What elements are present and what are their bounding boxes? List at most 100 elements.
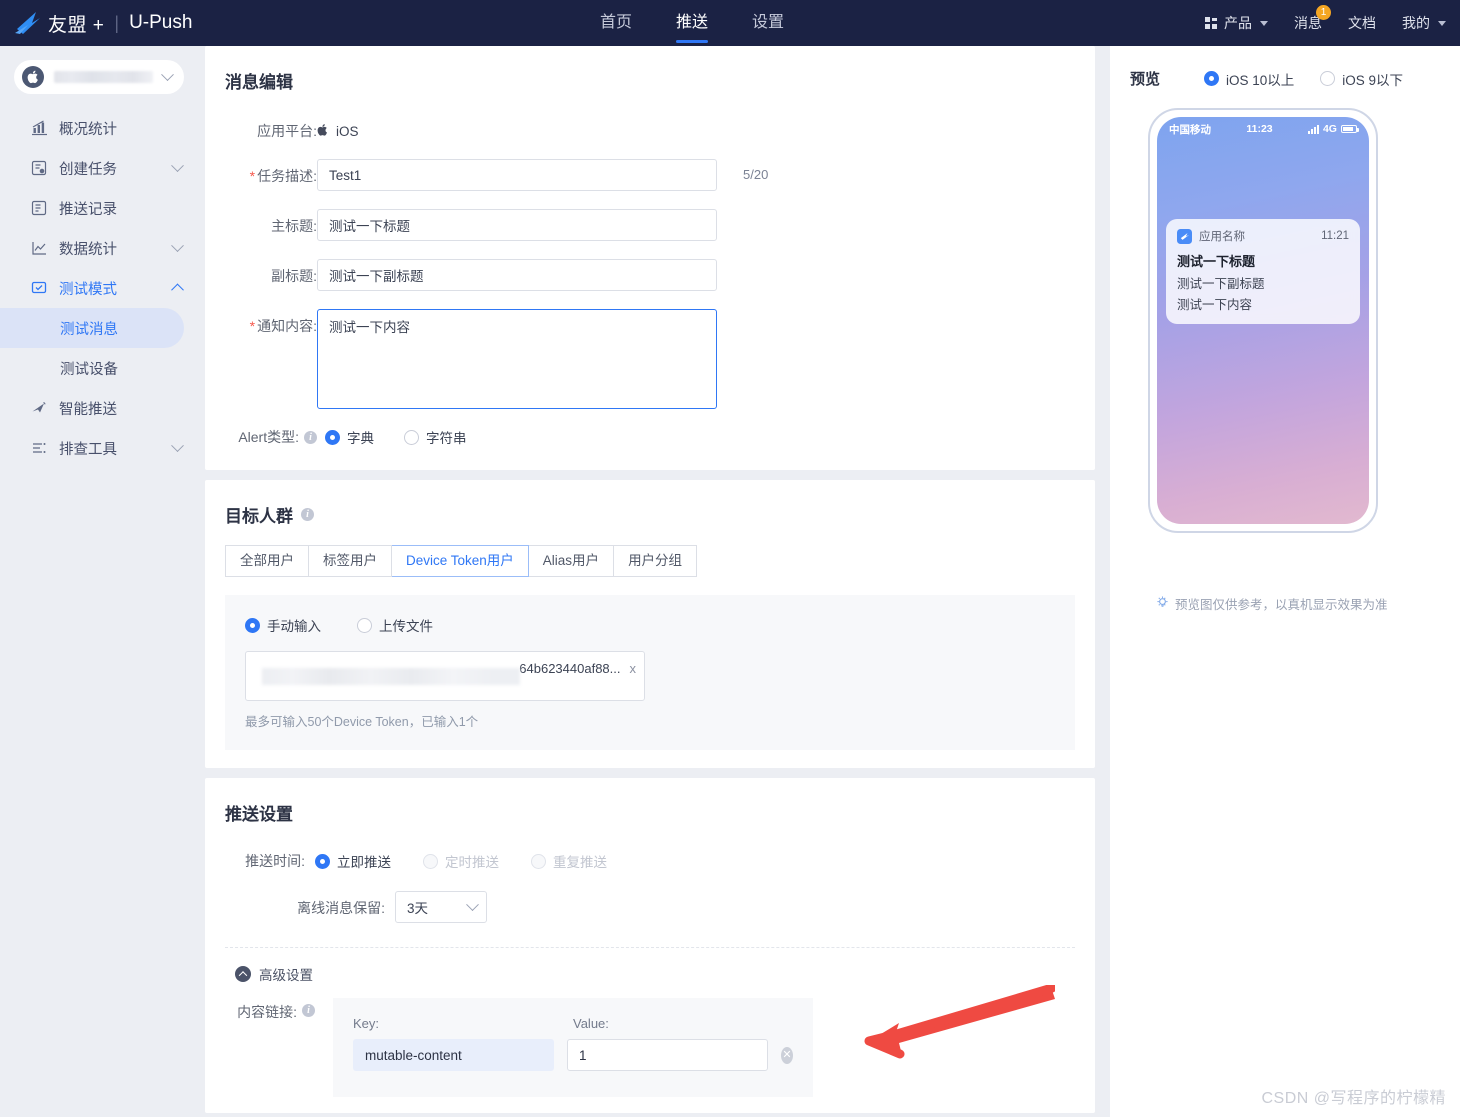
key-value-panel: Key: Value: ✕ xyxy=(333,998,813,1097)
apple-icon xyxy=(22,66,44,88)
chevron-down-icon[interactable] xyxy=(171,158,184,172)
nav-item-home[interactable]: 首页 xyxy=(600,0,632,46)
info-icon[interactable]: i xyxy=(301,508,314,521)
sidebar-item-create-task[interactable]: 创建任务 xyxy=(0,148,200,188)
nav-item-settings[interactable]: 设置 xyxy=(752,0,784,46)
nav-account-menu[interactable]: 我的 xyxy=(1402,13,1446,33)
value-input[interactable] xyxy=(567,1039,768,1071)
sidebar-item-troubleshoot[interactable]: 排查工具 xyxy=(0,428,200,468)
alert-type-radio-dict[interactable]: 字典 xyxy=(325,427,374,447)
message-edit-card: 消息编辑 应用平台: iOS *任务描述: 5/20 xyxy=(205,46,1095,470)
sidebar-item-overview-stats[interactable]: 概况统计 xyxy=(0,108,200,148)
preview-option-label: iOS 10以上 xyxy=(1226,72,1295,88)
tab-device-token-users[interactable]: Device Token用户 xyxy=(392,545,529,577)
tab-all-users[interactable]: 全部用户 xyxy=(225,545,309,577)
sidebar-item-label: 数据统计 xyxy=(59,241,117,258)
preview-radio-ios9minus[interactable]: iOS 9以下 xyxy=(1320,69,1403,89)
content-link-label-group: 内容链接: i xyxy=(205,998,315,1097)
alert-type-label-group: Alert类型: i xyxy=(205,425,317,447)
push-time-option-label: 定时推送 xyxy=(445,855,499,870)
chevron-down-icon[interactable] xyxy=(171,238,184,252)
csdn-watermark: CSDN @写程序的柠檬精 xyxy=(1261,1090,1446,1107)
sidebar-item-push-records[interactable]: 推送记录 xyxy=(0,188,200,228)
nav-item-push[interactable]: 推送 xyxy=(676,0,709,46)
task-description-label-text: 任务描述: xyxy=(257,168,317,184)
sidebar-item-label: 推送记录 xyxy=(59,201,117,218)
alert-type-radio-string[interactable]: 字符串 xyxy=(404,427,467,447)
token-remove-icon[interactable]: x xyxy=(630,661,637,676)
target-audience-title-group: 目标人群 i xyxy=(205,480,1095,527)
input-mode-radio-manual[interactable]: 手动输入 xyxy=(245,615,321,635)
push-time-row: 推送时间: 立即推送 定时推送 重复推送 xyxy=(205,849,1095,871)
notification-time: 11:21 xyxy=(1321,230,1349,242)
push-time-option-label: 立即推送 xyxy=(337,855,391,870)
radio-dot xyxy=(315,853,330,869)
nav-docs[interactable]: 文档 xyxy=(1348,13,1376,33)
key-value-row: ✕ xyxy=(353,1039,793,1071)
sidebar-subitem-test-message[interactable]: 测试消息 xyxy=(0,308,184,348)
advanced-settings-toggle[interactable]: 高级设置 xyxy=(235,964,1095,984)
input-mode-radio-upload[interactable]: 上传文件 xyxy=(357,615,433,635)
tab-alias-users[interactable]: Alias用户 xyxy=(528,545,615,577)
main-nav: 首页 推送 设置 xyxy=(600,0,784,46)
brand-logo-group[interactable]: 友盟 + | U-Push xyxy=(14,10,192,37)
push-time-option-label: 重复推送 xyxy=(553,855,607,870)
sidebar-item-test-mode[interactable]: 测试模式 xyxy=(0,268,200,308)
sidebar-item-data-stats[interactable]: 数据统计 xyxy=(0,228,200,268)
offline-retention-value: 3天 xyxy=(407,901,429,916)
network-label: 4G xyxy=(1322,123,1337,135)
sidebar-subitem-test-device[interactable]: 测试设备 xyxy=(0,348,184,388)
preview-option-label: iOS 9以下 xyxy=(1342,72,1404,88)
target-audience-card: 目标人群 i 全部用户 标签用户 Device Token用户 Alias用户 … xyxy=(205,480,1095,768)
key-input[interactable] xyxy=(353,1039,554,1071)
content-link-label: 内容链接: xyxy=(237,1004,297,1020)
sub-title-input[interactable] xyxy=(317,259,717,291)
remove-key-value-icon[interactable]: ✕ xyxy=(781,1046,793,1064)
grid-icon xyxy=(1205,16,1218,30)
message-count-badge: 1 xyxy=(1316,5,1331,20)
radio-dot xyxy=(1204,71,1220,86)
battery-icon xyxy=(1340,125,1359,133)
radio-dot xyxy=(1320,71,1336,86)
chevron-down-icon xyxy=(161,67,174,81)
nav-products-label: 产品 xyxy=(1224,15,1252,31)
radio-dot xyxy=(531,853,546,869)
task-description-counter: 5/20 xyxy=(743,167,769,182)
app-selector[interactable] xyxy=(14,60,184,94)
troubleshoot-icon xyxy=(30,439,48,457)
apple-icon xyxy=(317,123,329,140)
alert-type-label: Alert类型: xyxy=(238,429,299,445)
offline-retention-select[interactable]: 3天 xyxy=(395,891,487,923)
task-description-input[interactable] xyxy=(317,159,717,191)
sidebar-item-label: 智能推送 xyxy=(59,401,117,418)
brand-name: 友盟 + xyxy=(48,14,105,36)
info-icon[interactable]: i xyxy=(304,430,317,444)
sidebar-item-smart-push[interactable]: 智能推送 xyxy=(0,388,200,428)
sidebar-item-label: 创建任务 xyxy=(59,161,117,178)
tab-user-group[interactable]: 用户分组 xyxy=(614,545,698,577)
push-time-options: 立即推送 定时推送 重复推送 xyxy=(315,849,607,871)
phone-status-bar: 中国移动 11:23 4G xyxy=(1157,117,1369,141)
preview-radio-ios10plus[interactable]: iOS 10以上 xyxy=(1204,69,1294,89)
nav-right-group: 产品 消息 1 文档 我的 xyxy=(1205,0,1446,46)
platform-value-group: iOS xyxy=(317,117,359,140)
phone-mockup: 中国移动 11:23 4G 应用名称 11:21 测试一下标题 测试一下副标题 … xyxy=(1148,108,1378,533)
tab-tag-users[interactable]: 标签用户 xyxy=(309,545,392,577)
content-textarea[interactable]: 测试一下内容 xyxy=(317,309,717,409)
radio-dot xyxy=(325,429,340,445)
device-token-box[interactable]: 64b623440af88... x xyxy=(245,651,645,701)
chevron-down-icon xyxy=(1260,20,1268,26)
notification-preview: 应用名称 11:21 测试一下标题 测试一下副标题 测试一下内容 xyxy=(1166,219,1360,324)
chevron-down-icon[interactable] xyxy=(171,438,184,452)
chevron-up-icon[interactable] xyxy=(171,283,184,296)
nav-products-menu[interactable]: 产品 xyxy=(1205,13,1268,33)
info-icon[interactable]: i xyxy=(302,1004,315,1017)
alert-type-row: Alert类型: i 字典 字符串 xyxy=(205,425,1095,447)
nav-messages[interactable]: 消息 1 xyxy=(1294,5,1331,33)
main-title-input[interactable] xyxy=(317,209,717,241)
push-time-radio-immediate[interactable]: 立即推送 xyxy=(315,851,391,871)
nav-docs-label: 文档 xyxy=(1348,15,1376,31)
content-label: * 通知内容: xyxy=(205,309,317,336)
radio-dot xyxy=(423,853,438,869)
task-description-label: * 任务描述: xyxy=(205,159,317,186)
